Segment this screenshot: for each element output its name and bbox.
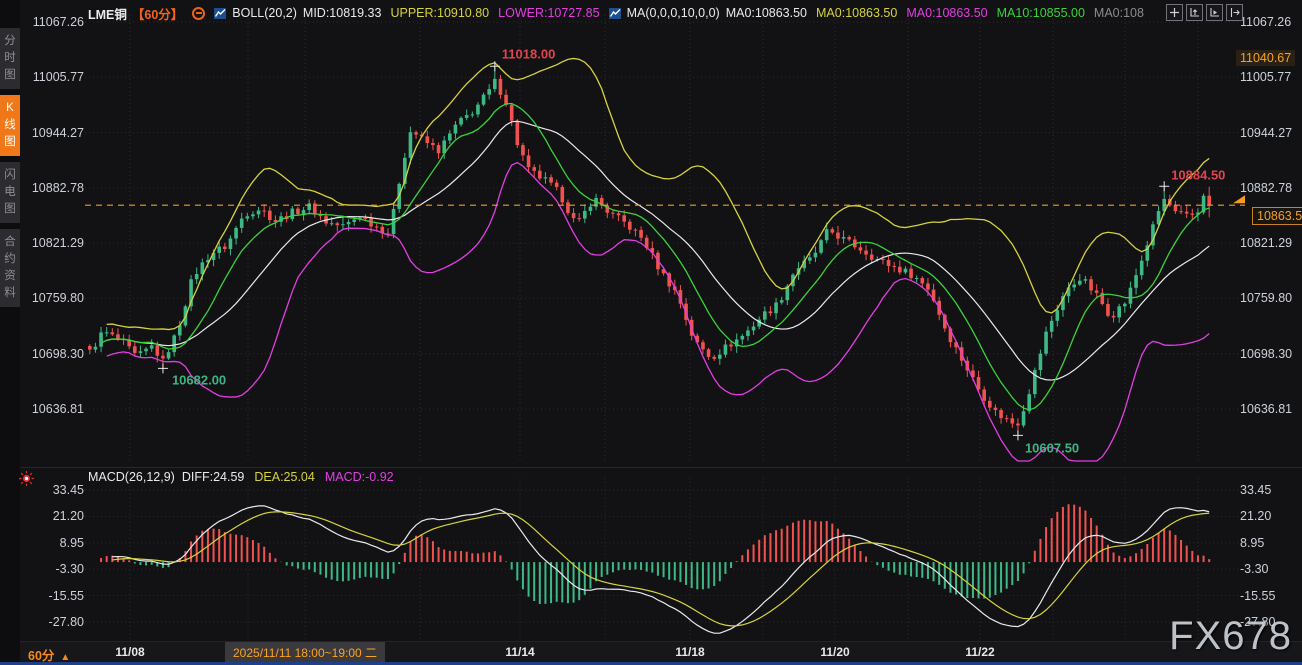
ma-indicator-icon[interactable] bbox=[609, 7, 622, 20]
macd-axis-label-right: -15.55 bbox=[1240, 589, 1275, 603]
macd-hist-value: MACD:-0.92 bbox=[325, 470, 394, 484]
macd-diff-value: DIFF:24.59 bbox=[182, 470, 245, 484]
macd-diff-line bbox=[112, 506, 1209, 633]
date-tick: 11/14 bbox=[505, 645, 534, 659]
current-price-tag: 10863.50 bbox=[1252, 207, 1302, 225]
boll-lower-value: LOWER:10727.85 bbox=[498, 6, 599, 20]
ma10-value: MA10:10855.00 bbox=[997, 6, 1085, 20]
price-axis-label-left: 10636.81 bbox=[22, 402, 84, 416]
ma0-value-3: MA0:10863.50 bbox=[906, 6, 987, 20]
crosshair-move-icon[interactable] bbox=[1166, 4, 1183, 21]
price-axis-label-left: 10882.78 bbox=[22, 181, 84, 195]
ma0-value-truncated: MA0:108 bbox=[1094, 6, 1144, 20]
indicator-header: LME铜 【60分】 BOLL(20,2) MID:10819.33 UPPER… bbox=[88, 4, 1144, 22]
price-axis-label-left: 10944.27 bbox=[22, 126, 84, 140]
svg-text:11018.00: 11018.00 bbox=[502, 46, 556, 61]
date-tick: 11/08 bbox=[115, 645, 144, 659]
svg-text:10884.50: 10884.50 bbox=[1171, 167, 1225, 182]
sidebar-tab-K线图[interactable]: K线图 bbox=[0, 95, 20, 156]
price-axis-label-right: 11067.26 bbox=[1240, 15, 1291, 29]
boll-upper-line bbox=[107, 58, 1210, 329]
play-x-axis-icon[interactable] bbox=[1206, 4, 1223, 21]
time-axis: 60分▲ 2025/11/11 18:00~19:00 二 11/0811/14… bbox=[20, 641, 1302, 663]
session-high-tag: 11040.67 bbox=[1236, 50, 1295, 66]
panel-separator bbox=[20, 467, 1302, 468]
annotation-10607.50: 10607.50 bbox=[1013, 430, 1079, 455]
macd-axis-label-right: 33.45 bbox=[1240, 483, 1271, 497]
alert-icon[interactable] bbox=[18, 470, 35, 492]
date-tick: 11/18 bbox=[675, 645, 704, 659]
exit-right-icon[interactable] bbox=[1226, 4, 1243, 21]
boll-lower-line bbox=[107, 163, 1210, 461]
boll-title: BOLL(20,2) bbox=[232, 6, 297, 20]
macd-header: MACD(26,12,9) DIFF:24.59 DEA:25.04 MACD:… bbox=[88, 470, 394, 484]
current-price-arrow bbox=[1233, 195, 1245, 203]
date-tick: 11/20 bbox=[820, 645, 849, 659]
macd-dea-value: DEA:25.04 bbox=[254, 470, 314, 484]
macd-axis-label-right: 8.95 bbox=[1240, 536, 1264, 550]
boll-upper-value: UPPER:10910.80 bbox=[390, 6, 489, 20]
period-label: 【60分】 bbox=[132, 4, 183, 23]
macd-axis-label-right: -3.30 bbox=[1240, 562, 1269, 576]
macd-axis-label-left: 21.20 bbox=[22, 509, 84, 523]
price-axis-label-left: 11005.77 bbox=[22, 70, 84, 84]
ma0-value-1: MA0:10863.50 bbox=[726, 6, 807, 20]
symbol-label: LME铜 bbox=[88, 4, 127, 23]
price-axis-label-left: 10759.80 bbox=[22, 291, 84, 305]
annotation-10682.00: 10682.00 bbox=[158, 363, 226, 387]
price-axis-label-right: 10821.29 bbox=[1240, 236, 1292, 250]
macd-axis-label-left: 8.95 bbox=[22, 536, 84, 550]
macd-axis-label-left: -27.80 bbox=[22, 615, 84, 629]
date-tick: 11/22 bbox=[965, 645, 994, 659]
svg-text:10607.50: 10607.50 bbox=[1025, 440, 1079, 455]
trading-chart-app: 11018.00 10682.00 10884.50 10607.50 分时图 K线图闪… bbox=[0, 0, 1302, 665]
ma0-value-2: MA0:10863.50 bbox=[816, 6, 897, 20]
sidebar-tab-闪电图[interactable]: 闪电图 bbox=[0, 162, 20, 223]
price-axis-label-right: 10944.27 bbox=[1240, 126, 1292, 140]
zoom-y-axis-icon[interactable] bbox=[1186, 4, 1203, 21]
macd-dea-line bbox=[112, 512, 1209, 626]
svg-text:10682.00: 10682.00 bbox=[172, 372, 226, 387]
price-axis-label-left: 10821.29 bbox=[22, 236, 84, 250]
price-axis-label-left: 11067.26 bbox=[22, 15, 84, 29]
price-axis-label-right: 10698.30 bbox=[1240, 347, 1292, 361]
settings-ring-icon[interactable] bbox=[192, 7, 205, 20]
sidebar-tab-分时图[interactable]: 分时图 bbox=[0, 28, 20, 89]
boll-mid-value: MID:10819.33 bbox=[303, 6, 382, 20]
macd-axis-label-left: -15.55 bbox=[22, 589, 84, 603]
sidebar-tab-合约资料[interactable]: 合约资料 bbox=[0, 229, 20, 307]
chart-toolbar bbox=[1166, 4, 1243, 21]
ma-title: MA(0,0,0,10,0,0) bbox=[627, 6, 720, 20]
price-axis-label-right: 10759.80 bbox=[1240, 291, 1292, 305]
watermark: FX678 bbox=[1169, 614, 1292, 659]
macd-histogram bbox=[101, 504, 1209, 604]
sidebar-tabs: 分时图 K线图闪电图合约资料 bbox=[0, 0, 20, 665]
macd-axis-label-right: 21.20 bbox=[1240, 509, 1271, 523]
price-chart-canvas[interactable]: 11018.00 10682.00 10884.50 10607.50 bbox=[0, 0, 1302, 665]
macd-title: MACD(26,12,9) bbox=[88, 470, 175, 484]
price-axis-label-right: 10882.78 bbox=[1240, 181, 1292, 195]
price-axis-label-right: 10636.81 bbox=[1240, 402, 1292, 416]
price-axis-label-right: 11005.77 bbox=[1240, 70, 1291, 84]
price-axis-label-left: 10698.30 bbox=[22, 347, 84, 361]
macd-axis-label-left: -3.30 bbox=[22, 562, 84, 576]
crosshair-time-tooltip: 2025/11/11 18:00~19:00 二 bbox=[225, 642, 385, 663]
boll-indicator-icon[interactable] bbox=[214, 7, 227, 20]
